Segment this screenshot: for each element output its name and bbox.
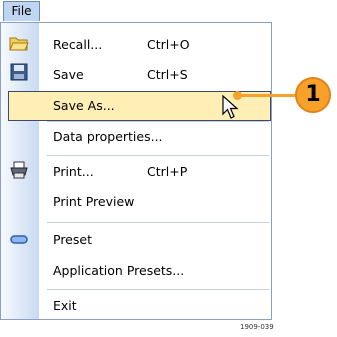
menu-item-shortcut: Ctrl+S — [147, 67, 188, 82]
menu-item-print[interactable]: Print... Ctrl+P — [39, 157, 271, 187]
menu-item-label: Save As... — [53, 98, 115, 113]
callout-badge: 1 — [295, 77, 331, 113]
menu-item-preset[interactable]: Preset — [39, 225, 271, 255]
menu-item-print-preview[interactable]: Print Preview — [39, 187, 271, 217]
floppy-disk-icon — [10, 63, 28, 81]
figure-id: 1909-039 — [240, 323, 274, 331]
preset-icon — [10, 235, 28, 244]
menu-item-label: Recall... — [53, 37, 103, 52]
menu-item-label: Print... — [53, 164, 94, 179]
menu-item-save[interactable]: Save Ctrl+S — [39, 60, 271, 90]
menu-item-shortcut: Ctrl+O — [147, 37, 190, 52]
menu-item-label: Save — [53, 67, 84, 82]
menu-item-shortcut: Ctrl+P — [147, 164, 188, 179]
menu-item-application-presets[interactable]: Application Presets... — [39, 256, 271, 286]
menu-separator — [47, 222, 269, 223]
menu-item-label: Data properties... — [53, 129, 163, 144]
callout-anchor-dot — [233, 91, 242, 100]
menu-item-label: Print Preview — [53, 194, 135, 209]
menu-item-data-properties[interactable]: Data properties... — [39, 122, 271, 152]
menu-item-exit[interactable]: Exit — [39, 291, 271, 321]
menu-separator — [47, 289, 269, 290]
callout-line — [235, 94, 301, 97]
menu-bar: File — [0, 0, 272, 22]
menu-item-label: Preset — [53, 232, 92, 247]
menu-separator — [47, 155, 269, 156]
file-menu-tab[interactable]: File — [3, 1, 40, 21]
folder-open-icon — [9, 37, 29, 51]
printer-icon — [10, 161, 28, 179]
menu-item-recall[interactable]: Recall... Ctrl+O — [39, 30, 271, 60]
file-menu-dropdown: Recall... Ctrl+O Save Ctrl+S Save As... … — [0, 22, 272, 320]
menu-item-label: Application Presets... — [53, 263, 185, 278]
menu-item-label: Exit — [53, 298, 77, 313]
callout-number: 1 — [305, 82, 321, 107]
